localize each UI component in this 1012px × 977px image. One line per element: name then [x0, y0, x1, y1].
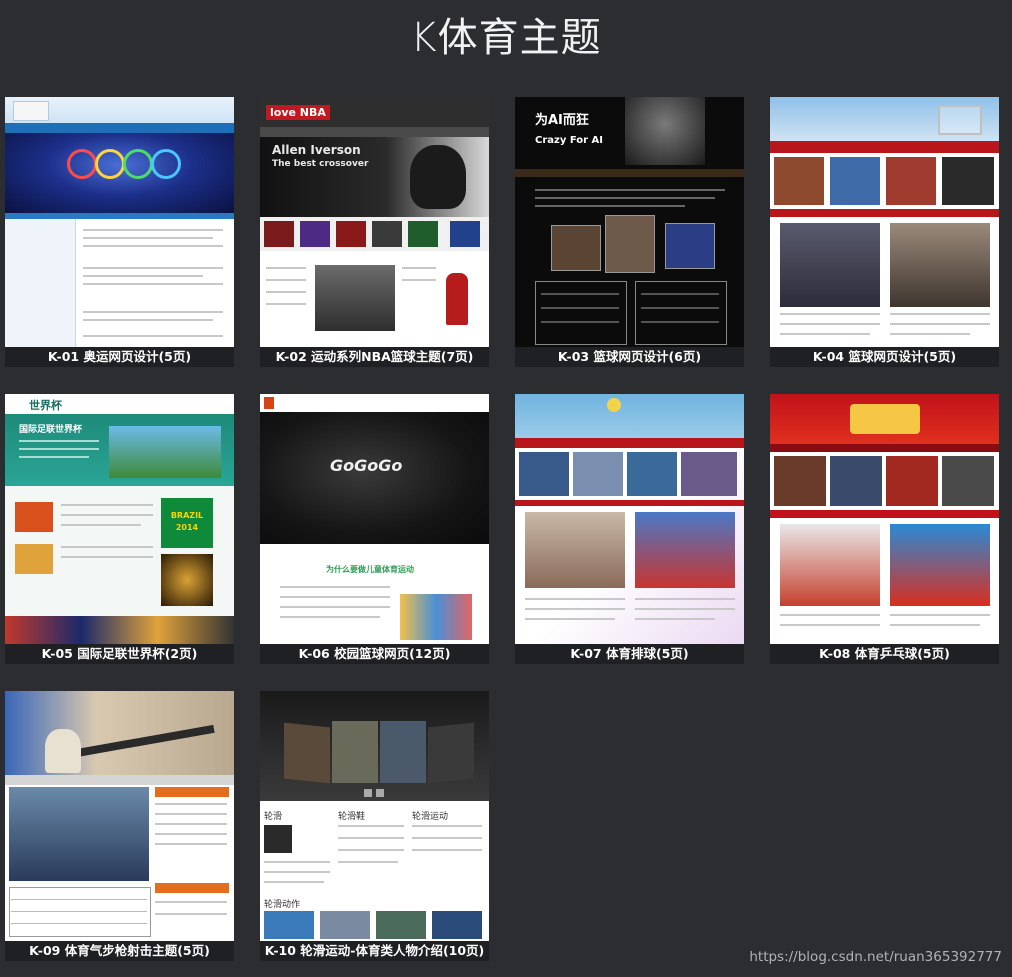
card-caption: K-02 运动系列NBA篮球主题(7页): [260, 347, 489, 367]
thumbnail-image: love NBA Allen Iverson The best crossove…: [260, 97, 489, 347]
olympic-logo-icon: [13, 101, 49, 121]
template-card-k08[interactable]: K-08 体育乒乓球(5页): [770, 394, 999, 664]
card-caption: K-07 体育排球(5页): [515, 644, 744, 664]
carousel-next-icon[interactable]: [376, 789, 384, 797]
basketball-hoop-icon: [938, 105, 982, 135]
thumbnail-image: 轮滑 轮滑鞋 轮滑运动 轮滑动作: [260, 691, 489, 941]
page: K体育主题 K-01 奥运网页设计(5页) love NBA Allen Ive…: [0, 0, 1012, 977]
template-card-k01[interactable]: K-01 奥运网页设计(5页): [5, 97, 234, 367]
thumbnail-image: GoGoGo 为什么要做儿童体育运动: [260, 394, 489, 644]
card-caption: K-08 体育乒乓球(5页): [770, 644, 999, 664]
thumbnail-image: [770, 97, 999, 347]
template-card-k10[interactable]: 轮滑 轮滑鞋 轮滑运动 轮滑动作 K-10 轮滑运动-体育类人物介绍(10页): [260, 691, 489, 961]
card-caption: K-06 校园篮球网页(12页): [260, 644, 489, 664]
card-caption: K-04 篮球网页设计(5页): [770, 347, 999, 367]
thumbnail-image: [5, 691, 234, 941]
card-caption: K-10 轮滑运动-体育类人物介绍(10页): [260, 941, 489, 961]
thumbnail-image: [515, 394, 744, 644]
thumbnail-image: 为AI而狂 Crazy For AI: [515, 97, 744, 347]
thumbnail-image: [5, 97, 234, 347]
template-card-k09[interactable]: K-09 体育气步枪射击主题(5页): [5, 691, 234, 961]
template-card-k06[interactable]: GoGoGo 为什么要做儿童体育运动 K-06 校园篮球网页(12页): [260, 394, 489, 664]
pingpong-logo-icon: [850, 404, 920, 434]
template-card-k07[interactable]: K-07 体育排球(5页): [515, 394, 744, 664]
thumbnail-image: 世界杯 国际足联世界杯 BRAZIL 2014: [5, 394, 234, 644]
template-card-k02[interactable]: love NBA Allen Iverson The best crossove…: [260, 97, 489, 367]
card-caption: K-09 体育气步枪射击主题(5页): [5, 941, 234, 961]
thumbnail-image: [770, 394, 999, 644]
page-title: K体育主题: [410, 15, 602, 61]
template-card-k04[interactable]: K-04 篮球网页设计(5页): [770, 97, 999, 367]
carousel-prev-icon[interactable]: [364, 789, 372, 797]
template-card-k05[interactable]: 世界杯 国际足联世界杯 BRAZIL 2014 K-05 国际足联世界杯(2页): [5, 394, 234, 664]
card-caption: K-05 国际足联世界杯(2页): [5, 644, 234, 664]
template-card-k03[interactable]: 为AI而狂 Crazy For AI K-03 篮球网页设计(6页): [515, 97, 744, 367]
card-caption: K-03 篮球网页设计(6页): [515, 347, 744, 367]
source-watermark: https://blog.csdn.net/ruan365392777: [749, 949, 1002, 965]
volleyball-icon: [607, 398, 621, 412]
card-caption: K-01 奥运网页设计(5页): [5, 347, 234, 367]
